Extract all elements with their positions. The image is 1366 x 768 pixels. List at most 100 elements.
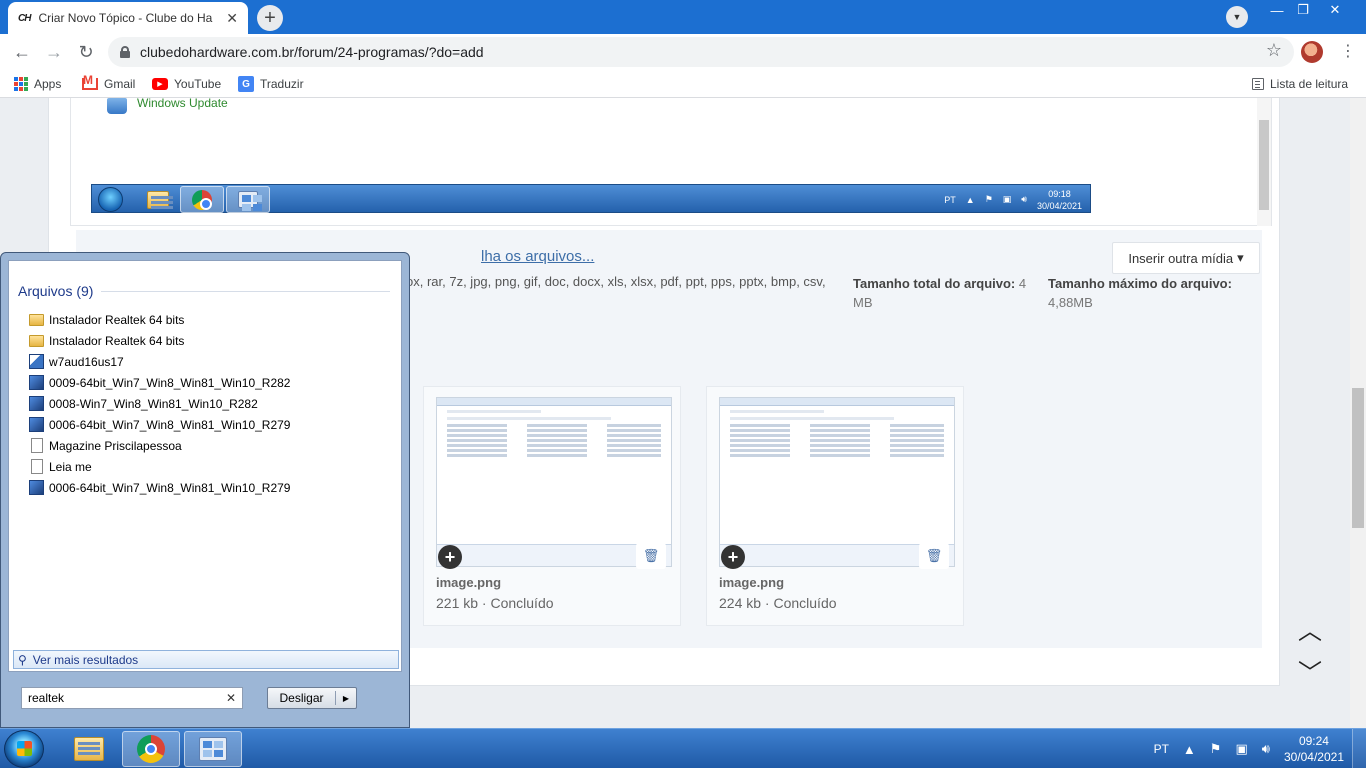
max-size-label: Tamanho máximo do arquivo: [1048,276,1232,291]
shutdown-button[interactable]: Desligar ▶ [267,687,357,709]
volume-icon[interactable]: 🔊︎ [1262,741,1270,757]
embedded-screenshot-taskbar: PT ▲ ⚑ ▣ 🔊︎ 09:18 30/04/2021 [91,184,1091,213]
profile-avatar[interactable] [1301,41,1323,63]
tab-search-button[interactable]: ▼ [1226,6,1248,28]
file-meta: 224 kb · Concluído [719,595,837,611]
uploaded-file-card: + 🗑︎ image.png 221 kb · Concluído [423,386,681,626]
clock-date: 30/04/2021 [1283,750,1344,764]
start-orb-icon [98,187,123,212]
see-more-results-button[interactable]: ⚲ Ver mais resultados [13,650,399,669]
bookmark-youtube[interactable]: ▶ YouTube [152,74,221,94]
network-icon[interactable]: ▣ [1235,741,1247,757]
delete-trash-icon[interactable]: 🗑︎ [919,543,949,569]
file-label: 0006-64bit_Win7_Win8_Win81_Win10_R279 [49,480,291,495]
list-item[interactable]: 0006-64bit_Win7_Win8_Win81_Win10_R279 [29,414,389,435]
network-icon: ▣ [1002,194,1012,204]
list-item[interactable]: 0009-64bit_Win7_Win8_Win81_Win10_R282 [29,372,389,393]
page-scrollbar[interactable] [1350,98,1366,728]
address-bar[interactable]: clubedohardware.com.br/forum/24-programa… [108,37,1294,67]
start-button[interactable] [4,730,44,768]
bookmark-gmail[interactable]: Gmail [82,73,135,94]
post-editor[interactable]: Windows Update PT ▲ ⚑ ▣ 🔊︎ 09:18 30/04/2… [70,98,1272,226]
total-size-label: Tamanho total do arquivo: [853,276,1016,291]
folder-icon [29,334,44,347]
mini-clock: 09:18 30/04/2021 [1037,188,1082,212]
taskbar-explorer-button[interactable] [60,731,118,767]
close-tab-icon[interactable]: ✕ [226,10,238,27]
insert-media-button[interactable]: Inserir outra mídia ▾ [1112,242,1260,274]
image-thumbnail[interactable] [436,397,672,567]
bookmark-label: Apps [34,77,62,91]
bookmark-star-icon[interactable]: ☆ [1266,40,1282,61]
chrome-icon [180,186,224,213]
files-section-header: Arquivos (9) [18,283,390,299]
editor-scrollbar[interactable] [1257,98,1271,226]
list-item[interactable]: Leia me [29,456,389,477]
search-value: realtek [28,691,65,705]
bookmarks-bar: Apps Gmail ▶ YouTube G Traduzir Lista de… [0,70,1366,98]
max-size-value: 4,88MB [1048,295,1093,310]
exe-icon [29,375,44,390]
list-item[interactable]: Magazine Priscilapessoa [29,435,389,456]
url-text[interactable]: clubedohardware.com.br/forum/24-programa… [140,44,484,60]
scroll-down-chevron-icon[interactable]: ﹀ [1296,656,1324,687]
lock-icon[interactable] [120,46,130,58]
exe-icon [29,480,44,495]
restore-button[interactable]: ❐ [1288,0,1318,20]
shutdown-label: Desligar [268,691,336,705]
reload-button[interactable]: ↻ [74,40,98,64]
clear-search-icon[interactable]: ✕ [226,691,236,705]
action-center-flag-icon[interactable]: ⚑ [1210,741,1222,757]
start-menu: Arquivos (9) Instalador Realtek 64 bits … [0,252,410,728]
caret-down-icon: ▾ [1237,250,1244,265]
scroll-up-chevron-icon[interactable]: ︿ [1296,614,1324,645]
file-meta: 221 kb · Concluído [436,595,554,611]
show-desktop-button[interactable] [1352,729,1366,768]
taskbar-chrome-button[interactable] [122,731,180,767]
language-indicator[interactable]: PT [1154,742,1169,756]
file-name: image.png [436,575,502,590]
list-item[interactable]: 0006-64bit_Win7_Win8_Win81_Win10_R279 [29,477,389,498]
new-tab-button[interactable]: + [257,5,283,31]
clock-time: 09:24 [1298,734,1329,748]
list-item[interactable]: 0008-Win7_Win8_Win81_Win10_R282 [29,393,389,414]
image-thumbnail[interactable] [719,397,955,567]
folder-icon [29,313,44,326]
allowed-file-types: ox, rar, 7z, jpg, png, gif, doc, docx, x… [406,274,826,289]
back-button[interactable]: ← [10,40,34,64]
insert-into-post-icon[interactable]: + [438,545,462,569]
translate-icon: G [238,76,254,92]
list-item[interactable]: w7aud16us17 [29,351,389,372]
bookmark-apps[interactable]: Apps [14,74,61,94]
forward-button[interactable]: → [42,40,66,64]
delete-trash-icon[interactable]: 🗑︎ [636,543,666,569]
browser-tab[interactable]: CH Criar Novo Tópico - Clube do Ha ✕ [8,2,248,34]
reading-list-button[interactable]: Lista de leitura [1252,74,1348,94]
close-window-button[interactable]: ✕ [1320,0,1350,20]
uploaded-file-card: + 🗑︎ image.png 224 kb · Concluído [706,386,964,626]
total-size-info: Tamanho total do arquivo: 4 MB [853,274,1043,312]
windows-update-text: Windows Update [137,98,228,110]
browser-menu-icon[interactable]: ⋮ [1340,42,1356,62]
start-search-input[interactable]: realtek ✕ [21,687,243,709]
file-label: 0009-64bit_Win7_Win8_Win81_Win10_R282 [49,375,291,390]
file-label: 0008-Win7_Win8_Win81_Win10_R282 [49,396,258,411]
windows-update-icon [107,98,127,114]
list-item[interactable]: Instalador Realtek 64 bits [29,309,389,330]
reading-list-label: Lista de leitura [1270,77,1349,91]
apps-icon [14,77,28,91]
taskbar-control-panel-button[interactable] [184,731,242,767]
insert-media-label: Inserir outra mídia [1128,250,1234,266]
insert-into-post-icon[interactable]: + [721,545,745,569]
shutdown-options-arrow-icon[interactable]: ▶ [336,694,356,703]
file-label: 0006-64bit_Win7_Win8_Win81_Win10_R279 [49,417,291,432]
bookmark-translate[interactable]: G Traduzir [238,74,304,94]
youtube-icon: ▶ [152,78,168,90]
see-more-results-label: Ver mais resultados [32,652,139,667]
list-item[interactable]: Instalador Realtek 64 bits [29,330,389,351]
browser-toolbar: ← → ↻ clubedohardware.com.br/forum/24-pr… [0,34,1366,70]
gmail-icon [82,73,98,90]
show-hidden-icons-arrow-icon[interactable]: ▲ [1183,742,1196,757]
choose-files-link[interactable]: lha os arquivos... [481,248,594,265]
clock[interactable]: 09:24 30/04/2021 [1284,733,1344,765]
